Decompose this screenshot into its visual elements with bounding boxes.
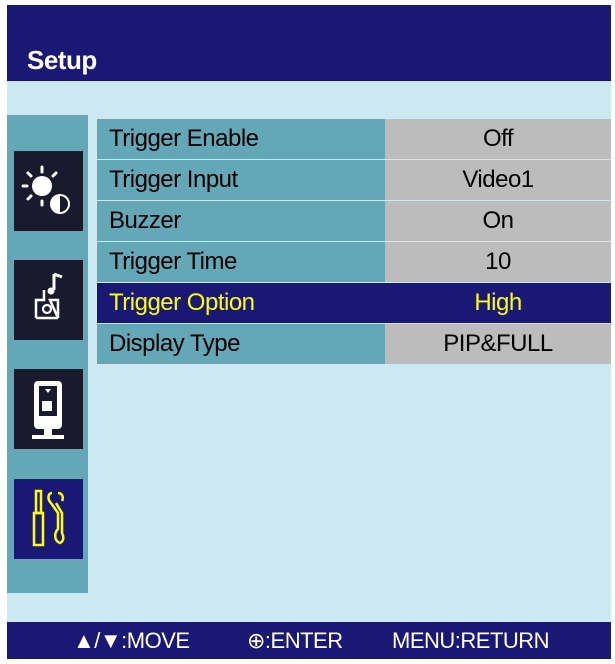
help-move: ▲/▼:MOVE [73, 628, 190, 653]
tools-setup-icon [32, 489, 65, 547]
menu-item-label: Trigger Enable [97, 119, 385, 159]
menu-title: Setup [27, 45, 97, 75]
setup-menu-list: Trigger Enable Off Trigger Input Video1 … [97, 119, 611, 367]
help-enter: ⊕:ENTER [247, 628, 343, 653]
sidebar-item-pip[interactable] [14, 369, 83, 449]
menu-item-value: High [385, 283, 611, 323]
sidebar-item-picture[interactable] [14, 151, 83, 231]
title-bar: Setup [7, 5, 611, 81]
help-bar: ▲/▼:MOVE ⊕:ENTER MENU:RETURN [7, 622, 611, 659]
category-sidebar [7, 115, 88, 593]
menu-row-trigger-time[interactable]: Trigger Time 10 [97, 242, 611, 282]
sidebar-item-audio[interactable] [14, 260, 83, 340]
menu-row-buzzer[interactable]: Buzzer On [97, 201, 611, 241]
menu-row-display-type[interactable]: Display Type PIP&FULL [97, 324, 611, 364]
menu-row-trigger-option[interactable]: Trigger Option High [97, 283, 611, 323]
menu-item-value: PIP&FULL [385, 324, 611, 364]
menu-row-trigger-input[interactable]: Trigger Input Video1 [97, 160, 611, 200]
brightness-contrast-icon [21, 165, 70, 214]
menu-item-label: Trigger Option [97, 283, 385, 323]
menu-item-label: Display Type [97, 324, 385, 364]
menu-item-value: Off [385, 119, 611, 159]
pip-display-icon [32, 381, 64, 439]
menu-row-trigger-enable[interactable]: Trigger Enable Off [97, 119, 611, 159]
sidebar-item-setup[interactable] [14, 479, 83, 559]
menu-item-label: Buzzer [97, 201, 385, 241]
menu-item-value: 10 [385, 242, 611, 282]
audio-icon [34, 272, 63, 320]
menu-item-value: On [385, 201, 611, 241]
help-return: MENU:RETURN [392, 628, 550, 653]
menu-item-label: Trigger Time [97, 242, 385, 282]
menu-item-value: Video1 [385, 160, 611, 200]
menu-item-label: Trigger Input [97, 160, 385, 200]
osd-menu-window: Setup Trigger Enable Off Trigger Input V… [7, 5, 611, 659]
